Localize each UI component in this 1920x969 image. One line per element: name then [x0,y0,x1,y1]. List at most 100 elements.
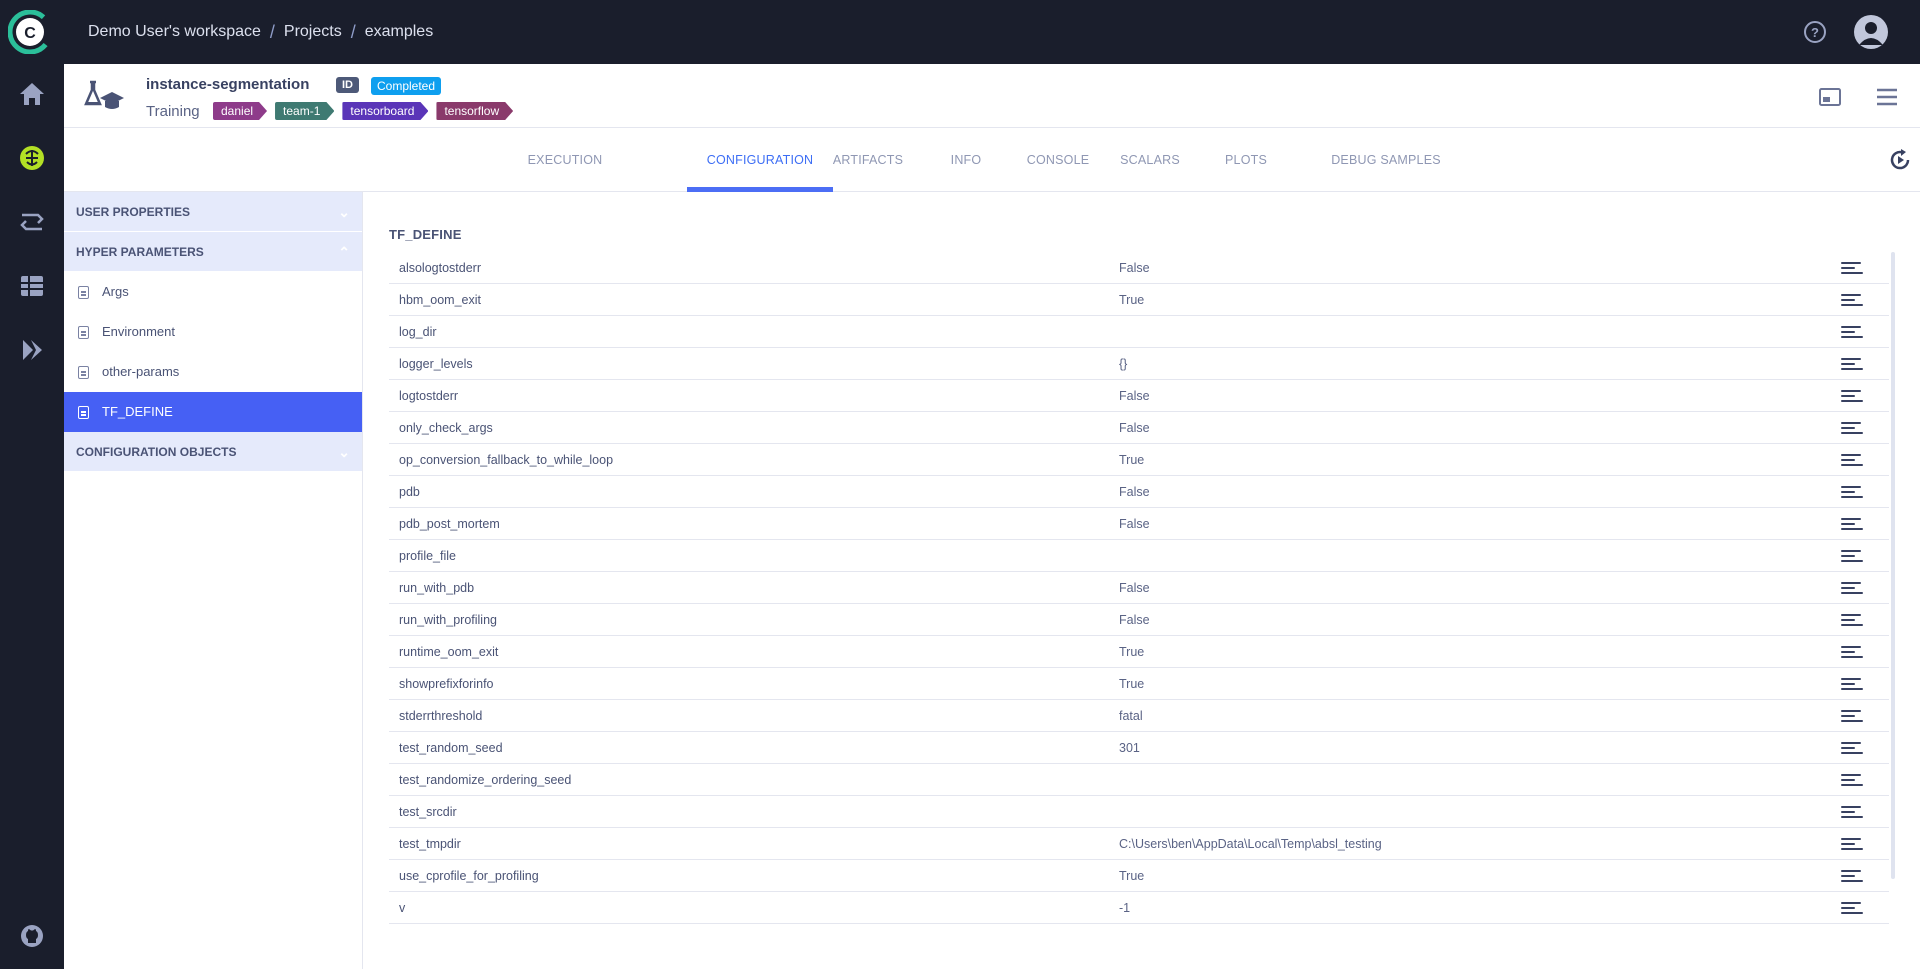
param-key: test_tmpdir [399,837,461,851]
param-value: False [1119,613,1150,627]
param-value: True [1119,869,1145,883]
param-row: op_conversion_fallback_to_while_loop True [389,444,1889,476]
description-icon[interactable] [1841,262,1863,274]
param-value: False [1119,389,1150,403]
help-icon[interactable]: ? [1804,21,1826,43]
document-icon [78,406,89,419]
description-icon[interactable] [1841,326,1863,338]
chevron-up-icon: ⌃ [338,244,350,260]
param-key: logger_levels [399,357,473,371]
param-value: True [1119,293,1145,307]
param-key: only_check_args [399,421,493,435]
deploy-icon[interactable] [16,334,48,366]
param-value: False [1119,485,1150,499]
tag-tensorflow[interactable]: tensorflow [436,102,513,120]
description-icon[interactable] [1841,422,1863,434]
tab-configuration[interactable]: CONFIGURATION [687,128,833,192]
user-avatar-icon[interactable] [1854,15,1888,49]
section-label: USER PROPERTIES [76,205,191,219]
hyperparam-section-environment[interactable]: Environment [64,312,362,352]
param-value: False [1119,421,1150,435]
description-icon[interactable] [1841,710,1863,722]
param-row: log_dir [389,316,1889,348]
description-icon[interactable] [1841,550,1863,562]
section-user-properties[interactable]: USER PROPERTIES ⌄ [64,192,362,232]
menu-icon[interactable] [1875,86,1899,108]
pipelines-icon[interactable] [16,206,48,238]
description-icon[interactable] [1841,294,1863,306]
description-icon[interactable] [1841,838,1863,850]
param-row: logtostderr False [389,380,1889,412]
param-value: {} [1119,357,1128,371]
experiment-type: Training [146,103,200,120]
experiment-header: instance-segmentation ID Completed Train… [64,64,1920,128]
description-icon[interactable] [1841,358,1863,370]
description-icon[interactable] [1841,614,1863,626]
tag-team-1[interactable]: team-1 [275,102,334,120]
breadcrumb-workspace[interactable]: Demo User's workspace [88,23,261,41]
clearml-logo-icon[interactable]: C [7,9,53,55]
home-icon[interactable] [16,78,48,110]
datasets-icon[interactable] [16,270,48,302]
tab-scalars[interactable]: SCALARS [1113,128,1187,192]
item-label: other-params [102,364,180,379]
section-label: HYPER PARAMETERS [76,245,204,259]
description-icon[interactable] [1841,902,1863,914]
description-icon[interactable] [1841,486,1863,498]
section-configuration-objects[interactable]: CONFIGURATION OBJECTS ⌄ [64,432,362,472]
description-icon[interactable] [1841,646,1863,658]
configuration-sections-panel: USER PROPERTIES ⌄ HYPER PARAMETERS ⌃ Arg… [64,192,363,969]
description-icon[interactable] [1841,774,1863,786]
tab-artifacts[interactable]: ARTIFACTS [825,128,911,192]
param-key: test_randomize_ordering_seed [399,773,572,787]
chevron-down-icon: ⌄ [338,444,350,460]
description-icon[interactable] [1841,678,1863,690]
hyperparam-section-tf-define[interactable]: TF_DEFINE [64,392,362,432]
hyperparam-section-args[interactable]: Args [64,272,362,312]
breadcrumb-project[interactable]: examples [365,23,433,41]
tab-plots[interactable]: PLOTS [1215,128,1277,192]
description-icon[interactable] [1841,582,1863,594]
details-panel-icon[interactable] [1818,86,1842,108]
param-row: stderrthreshold fatal [389,700,1889,732]
param-row: pdb_post_mortem False [389,508,1889,540]
tag-daniel[interactable]: daniel [213,102,267,120]
tab-info[interactable]: INFO [941,128,991,192]
training-experiment-icon [80,76,128,116]
param-key: logtostderr [399,389,459,403]
param-key: alsologtostderr [399,261,481,275]
refresh-icon[interactable] [1888,148,1912,172]
param-row: only_check_args False [389,412,1889,444]
tab-execution[interactable]: EXECUTION [517,128,613,192]
param-row: pdb False [389,476,1889,508]
tab-debug-samples[interactable]: DEBUG SAMPLES [1318,128,1454,192]
github-icon[interactable] [16,920,48,952]
id-badge[interactable]: ID [336,77,359,93]
section-hyper-parameters[interactable]: HYPER PARAMETERS ⌃ [64,232,362,272]
description-icon[interactable] [1841,870,1863,882]
description-icon[interactable] [1841,390,1863,402]
description-icon[interactable] [1841,518,1863,530]
experiments-brain-icon[interactable] [16,142,48,174]
document-icon [78,366,89,379]
param-value: True [1119,645,1145,659]
param-value: True [1119,453,1145,467]
param-key: pdb [399,485,420,499]
param-value: 301 [1119,741,1140,755]
param-row: run_with_profiling False [389,604,1889,636]
param-row: run_with_pdb False [389,572,1889,604]
description-icon[interactable] [1841,454,1863,466]
tag-tensorboard[interactable]: tensorboard [342,102,428,120]
breadcrumb-projects[interactable]: Projects [284,23,342,41]
description-icon[interactable] [1841,806,1863,818]
param-key: hbm_oom_exit [399,293,481,307]
param-key: use_cprofile_for_profiling [399,869,539,883]
hyperparam-section-other-params[interactable]: other-params [64,352,362,392]
description-icon[interactable] [1841,742,1863,754]
scrollbar[interactable] [1891,252,1895,879]
tag-list: daniel team-1 tensorboard tensorflow [213,102,521,120]
status-badge: Completed [371,77,442,95]
tab-console[interactable]: CONSOLE [1016,128,1100,192]
param-row: test_randomize_ordering_seed [389,764,1889,796]
tabs-bar: EXECUTION CONFIGURATION ARTIFACTS INFO CONSO… [64,128,1920,192]
